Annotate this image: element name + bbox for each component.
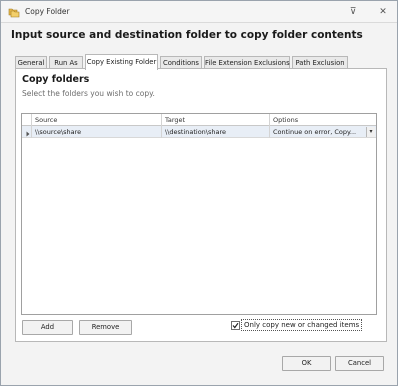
window-title: Copy Folder	[25, 7, 70, 16]
cell-source[interactable]: \\source\share	[32, 126, 162, 138]
title-bar: Copy Folder ⊽ ✕	[1, 1, 397, 23]
tab-copy-existing-folder[interactable]: Copy Existing Folder	[85, 54, 158, 70]
add-button[interactable]: Add	[22, 320, 73, 335]
folders-grid: Source Target Options \\source\share \\d…	[21, 113, 377, 315]
dialog-header: Input source and destination folder to c…	[11, 29, 363, 41]
panel-title: Copy folders	[22, 74, 90, 85]
header-indicator-cell	[22, 114, 32, 126]
ok-button[interactable]: OK	[282, 356, 331, 371]
column-header-target[interactable]: Target	[162, 114, 270, 126]
panel-subtitle: Select the folders you wish to copy.	[22, 89, 155, 98]
column-header-options[interactable]: Options	[270, 114, 376, 126]
dialog-window: Copy Folder ⊽ ✕ Input source and destina…	[0, 0, 398, 386]
column-header-source[interactable]: Source	[32, 114, 162, 126]
table-row[interactable]: \\source\share \\destination\share Conti…	[22, 126, 376, 138]
tab-panel: Copy folders Select the folders you wish…	[15, 68, 387, 342]
grid-header: Source Target Options	[22, 114, 376, 126]
row-indicator-cell	[22, 126, 32, 138]
cell-target[interactable]: \\destination\share	[162, 126, 270, 138]
only-new-checkbox[interactable]	[231, 321, 240, 330]
checkmark-icon	[232, 322, 239, 329]
only-new-label[interactable]: Only copy new or changed items	[241, 319, 363, 331]
folder-copy-icon	[8, 6, 20, 18]
triangle-right-icon	[25, 129, 31, 137]
chevron-down-icon[interactable]: ▾	[366, 127, 375, 137]
pin-icon[interactable]: ⊽	[347, 6, 359, 18]
remove-button[interactable]: Remove	[79, 320, 132, 335]
close-icon[interactable]: ✕	[377, 6, 389, 18]
cell-options[interactable]: Continue on error, Copy...	[270, 126, 366, 138]
cancel-button[interactable]: Cancel	[335, 356, 384, 371]
